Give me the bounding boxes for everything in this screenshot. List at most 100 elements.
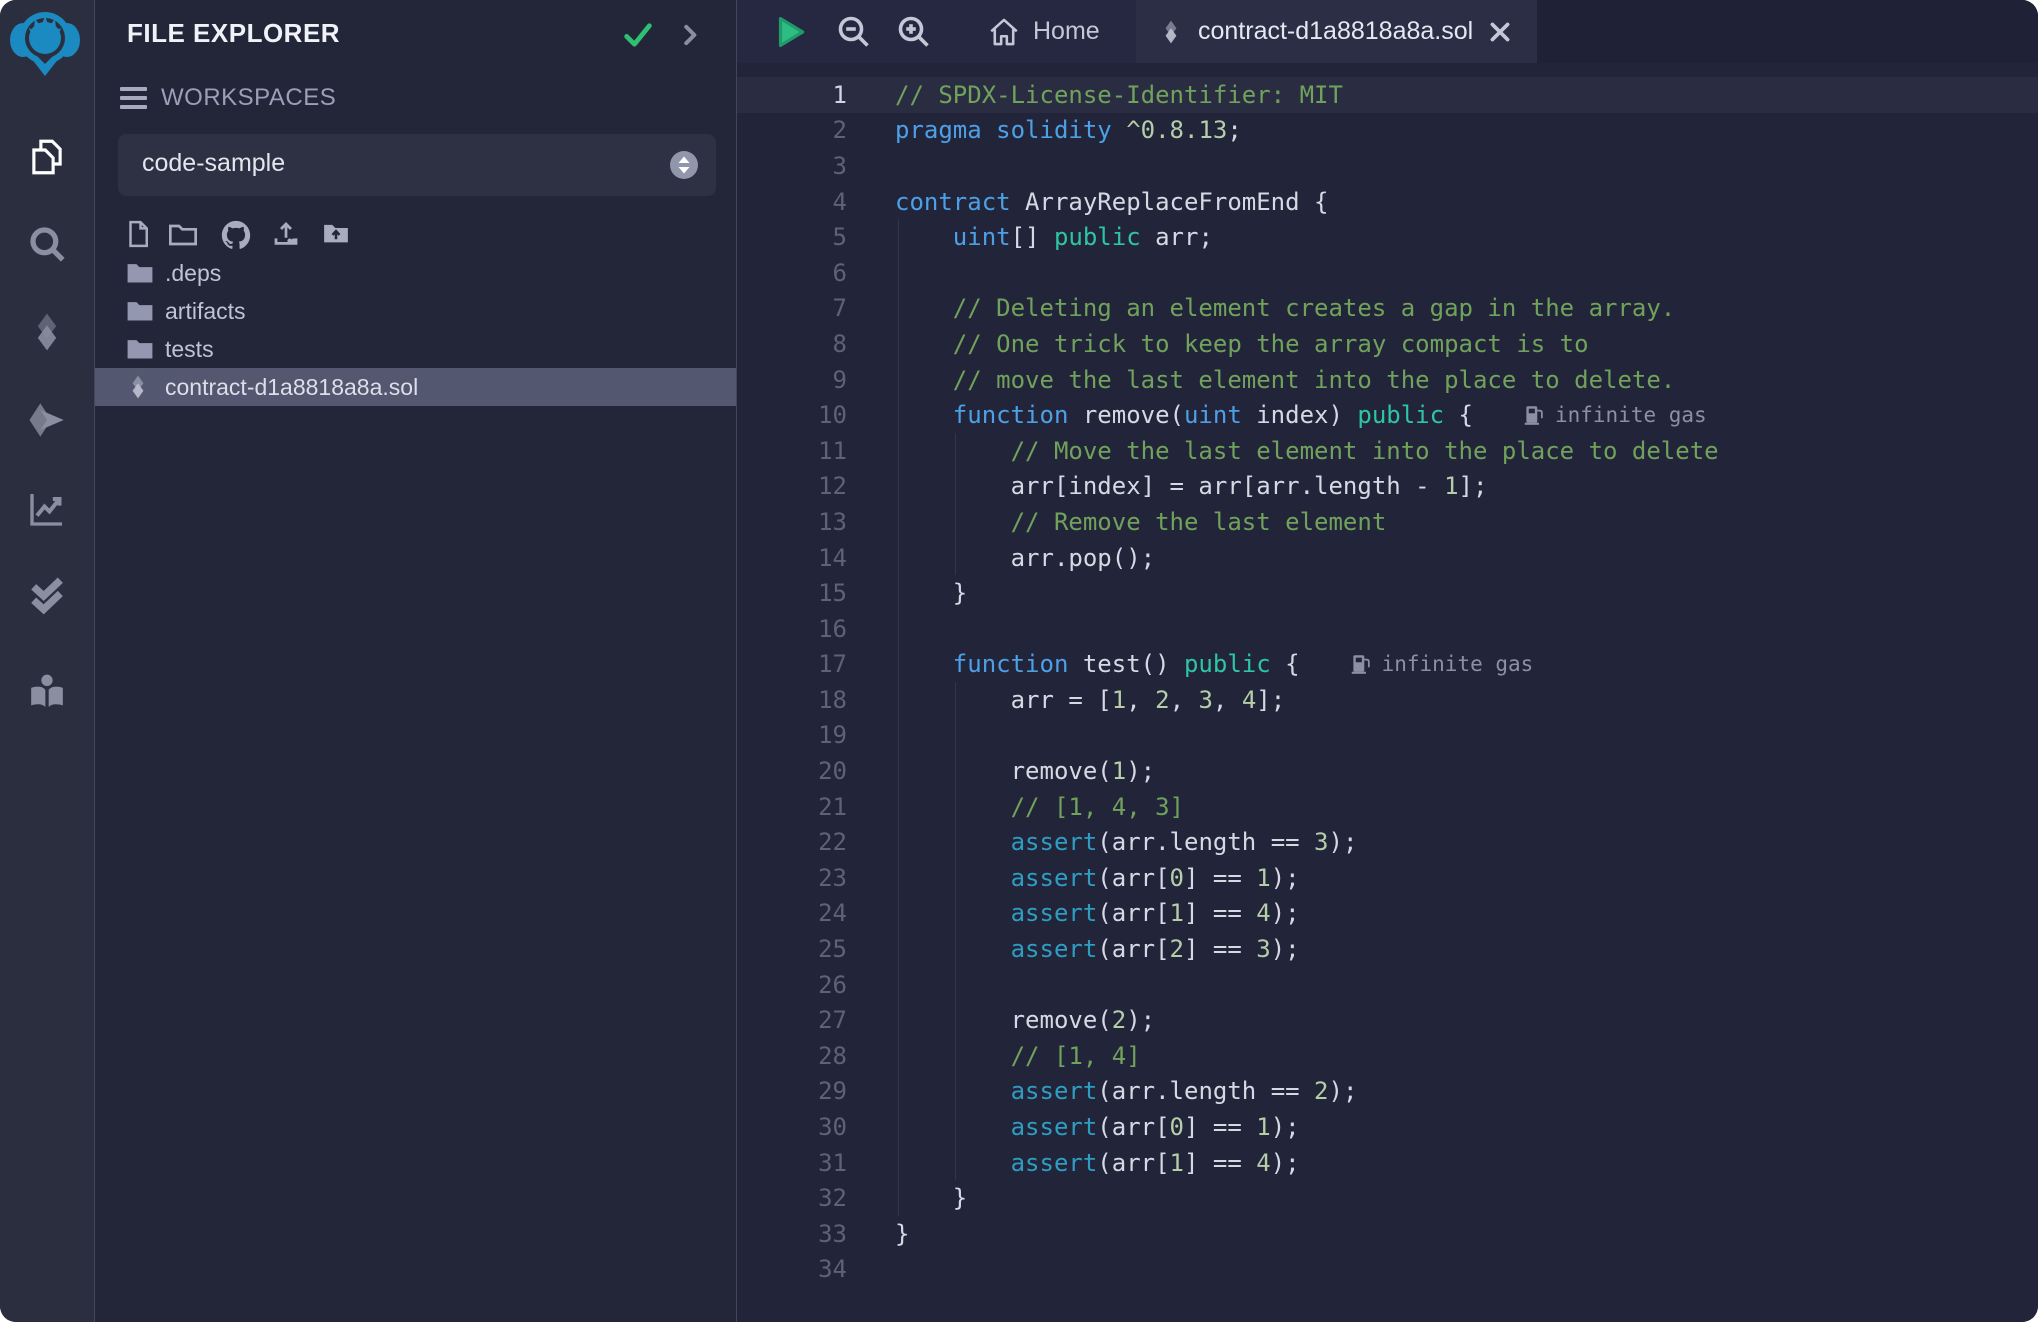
code-line[interactable]: 13 // Remove the last element — [737, 504, 2038, 540]
code-text: assert(arr[2] == 3); — [847, 935, 1300, 963]
code-line[interactable]: 1// SPDX-License-Identifier: MIT — [737, 77, 2038, 113]
line-number[interactable]: 27 — [737, 1006, 847, 1034]
line-number[interactable]: 15 — [737, 579, 847, 607]
line-number[interactable]: 23 — [737, 864, 847, 892]
line-number[interactable]: 34 — [737, 1255, 847, 1283]
learneth-icon[interactable] — [25, 670, 69, 714]
line-number[interactable]: 22 — [737, 828, 847, 856]
upload-folder-icon[interactable] — [321, 218, 355, 252]
tree-row-folder[interactable]: artifacts — [95, 292, 736, 330]
line-number[interactable]: 19 — [737, 721, 847, 749]
line-number[interactable]: 28 — [737, 1042, 847, 1070]
code-line[interactable]: 16 — [737, 611, 2038, 647]
code-line[interactable]: 2pragma solidity ^0.8.13; — [737, 113, 2038, 149]
code-line[interactable]: 10 function remove(uint index) public {i… — [737, 397, 2038, 433]
chevron-right-icon[interactable] — [675, 18, 705, 52]
code-line[interactable]: 26 — [737, 967, 2038, 1003]
new-folder-icon[interactable] — [167, 218, 201, 252]
code-line[interactable]: 3 — [737, 148, 2038, 184]
remix-logo-icon[interactable] — [9, 6, 81, 82]
line-number[interactable]: 17 — [737, 650, 847, 678]
run-script-button[interactable] — [769, 11, 811, 53]
line-number[interactable]: 14 — [737, 544, 847, 572]
line-number[interactable]: 32 — [737, 1184, 847, 1212]
code-line[interactable]: 17 function test() public {infinite gas — [737, 647, 2038, 683]
line-number[interactable]: 1 — [737, 81, 847, 109]
code-line[interactable]: 25 assert(arr[2] == 3); — [737, 931, 2038, 967]
code-line[interactable]: 32 } — [737, 1180, 2038, 1216]
close-tab-icon[interactable] — [1487, 19, 1513, 45]
new-file-icon[interactable] — [123, 218, 157, 252]
folder-icon — [125, 336, 155, 362]
code-line[interactable]: 20 remove(1); — [737, 753, 2038, 789]
folder-name: .deps — [165, 260, 221, 287]
code-line[interactable]: 15 } — [737, 575, 2038, 611]
line-number[interactable]: 9 — [737, 366, 847, 394]
code-line[interactable]: 19 — [737, 718, 2038, 754]
unit-testing-icon[interactable] — [25, 574, 69, 618]
code-line[interactable]: 14 arr.pop(); — [737, 540, 2038, 576]
code-line[interactable]: 6 — [737, 255, 2038, 291]
line-number[interactable]: 18 — [737, 686, 847, 714]
tab-contract-file[interactable]: contract-d1a8818a8a.sol — [1136, 0, 1537, 63]
code-line[interactable]: 31 assert(arr[1] == 4); — [737, 1145, 2038, 1181]
code-line[interactable]: 22 assert(arr.length == 3); — [737, 824, 2038, 860]
line-number[interactable]: 30 — [737, 1113, 847, 1141]
code-line[interactable]: 27 remove(2); — [737, 1002, 2038, 1038]
code-line[interactable]: 30 assert(arr[0] == 1); — [737, 1109, 2038, 1145]
accept-check-icon[interactable] — [621, 18, 655, 52]
code-line[interactable]: 28 // [1, 4] — [737, 1038, 2038, 1074]
code-line[interactable]: 11 // Move the last element into the pla… — [737, 433, 2038, 469]
file-explorer-icon[interactable] — [25, 135, 69, 179]
tab-home[interactable]: Home — [965, 0, 1136, 63]
line-number[interactable]: 24 — [737, 899, 847, 927]
line-number[interactable]: 5 — [737, 223, 847, 251]
tree-row-folder[interactable]: .deps — [95, 254, 736, 292]
code-line[interactable]: 21 // [1, 4, 3] — [737, 789, 2038, 825]
code-line[interactable]: 9 // move the last element into the plac… — [737, 362, 2038, 398]
line-number[interactable]: 20 — [737, 757, 847, 785]
line-number[interactable]: 11 — [737, 437, 847, 465]
line-number[interactable]: 7 — [737, 294, 847, 322]
line-number[interactable]: 25 — [737, 935, 847, 963]
search-icon[interactable] — [25, 222, 69, 266]
line-number[interactable]: 2 — [737, 116, 847, 144]
analytics-icon[interactable] — [25, 487, 69, 531]
line-number[interactable]: 3 — [737, 152, 847, 180]
line-number[interactable]: 10 — [737, 401, 847, 429]
line-number[interactable]: 6 — [737, 259, 847, 287]
code-line[interactable]: 23 assert(arr[0] == 1); — [737, 860, 2038, 896]
deploy-run-icon[interactable] — [25, 398, 69, 442]
code-line[interactable]: 18 arr = [1, 2, 3, 4]; — [737, 682, 2038, 718]
tree-row-folder[interactable]: tests — [95, 330, 736, 368]
code-line[interactable]: 34 — [737, 1252, 2038, 1288]
line-number[interactable]: 12 — [737, 472, 847, 500]
workspaces-menu-icon[interactable] — [119, 84, 151, 114]
tree-row-file[interactable]: contract-d1a8818a8a.sol — [95, 368, 736, 406]
zoom-in-icon[interactable] — [893, 11, 935, 53]
code-text: remove(1); — [847, 757, 1155, 785]
solidity-compiler-icon[interactable] — [25, 310, 69, 354]
workspace-select[interactable]: code-sample — [118, 134, 716, 196]
line-number[interactable]: 4 — [737, 188, 847, 216]
code-line[interactable]: 29 assert(arr.length == 2); — [737, 1074, 2038, 1110]
line-number[interactable]: 16 — [737, 615, 847, 643]
code-line[interactable]: 7 // Deleting an element creates a gap i… — [737, 291, 2038, 327]
line-number[interactable]: 21 — [737, 793, 847, 821]
zoom-out-icon[interactable] — [833, 11, 875, 53]
line-number[interactable]: 31 — [737, 1149, 847, 1177]
line-number[interactable]: 26 — [737, 971, 847, 999]
line-number[interactable]: 29 — [737, 1077, 847, 1105]
code-line[interactable]: 24 assert(arr[1] == 4); — [737, 896, 2038, 932]
upload-file-icon[interactable] — [271, 218, 305, 252]
code-editor[interactable]: 1// SPDX-License-Identifier: MIT2pragma … — [737, 63, 2038, 1322]
line-number[interactable]: 13 — [737, 508, 847, 536]
code-line[interactable]: 5 uint[] public arr; — [737, 219, 2038, 255]
code-line[interactable]: 33} — [737, 1216, 2038, 1252]
code-line[interactable]: 8 // One trick to keep the array compact… — [737, 326, 2038, 362]
code-line[interactable]: 12 arr[index] = arr[arr.length - 1]; — [737, 469, 2038, 505]
github-icon[interactable] — [219, 218, 253, 252]
line-number[interactable]: 33 — [737, 1220, 847, 1248]
code-line[interactable]: 4contract ArrayReplaceFromEnd { — [737, 184, 2038, 220]
line-number[interactable]: 8 — [737, 330, 847, 358]
